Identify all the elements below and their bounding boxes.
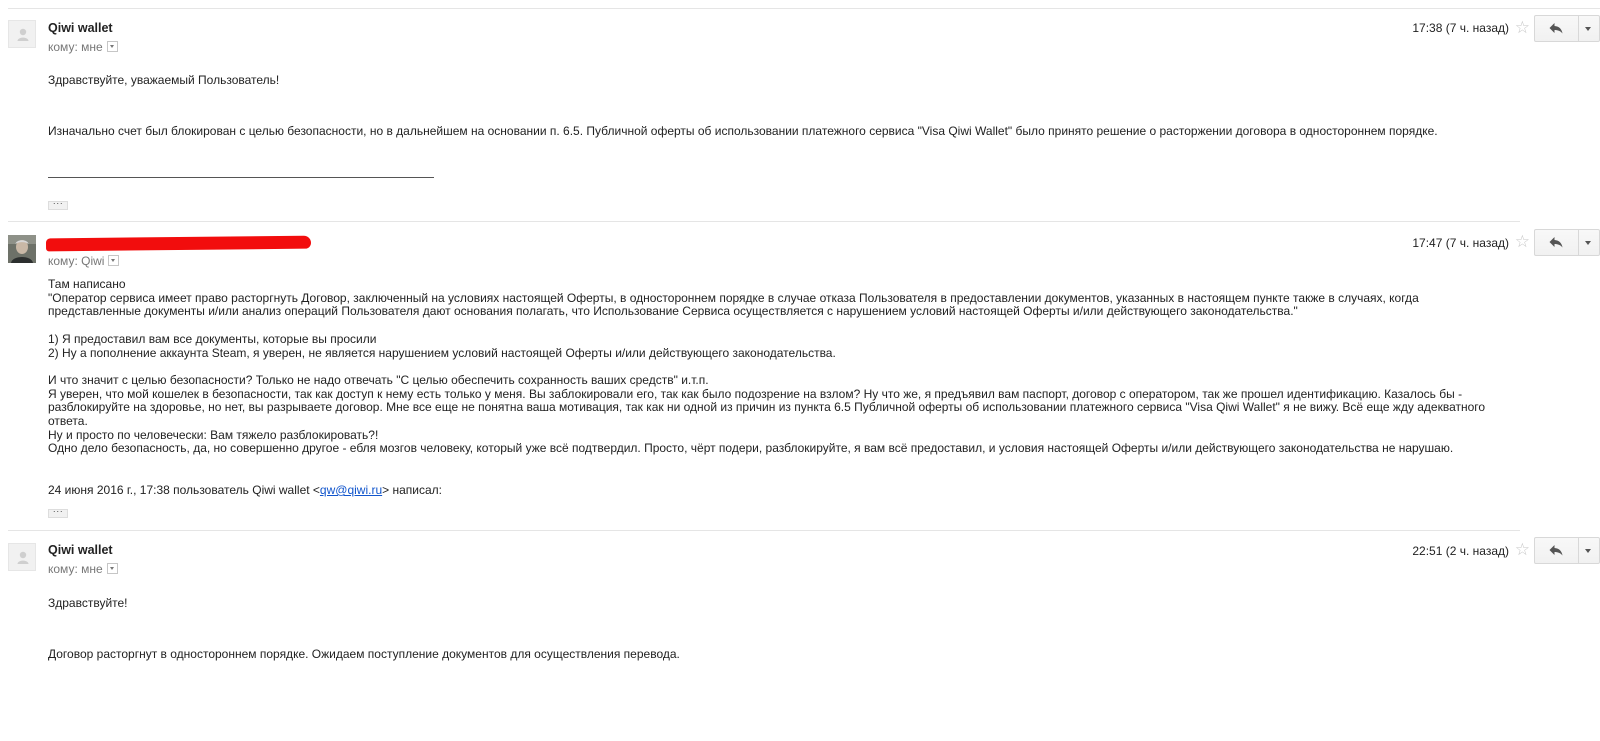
reply-button-group-2 [1534, 229, 1600, 256]
recipient-label: кому: мне [48, 40, 103, 54]
recipient-details-dropdown-icon[interactable] [108, 255, 120, 267]
body-line: 1) Я предоставил вам все документы, кото… [48, 331, 377, 346]
more-actions-button[interactable] [1578, 16, 1599, 41]
quote-suffix: > написал: [382, 483, 442, 497]
message-body-2: Там написано "Оператор сервиса имеет пра… [48, 277, 1498, 456]
reply-button[interactable] [1535, 538, 1579, 563]
reply-button[interactable] [1535, 230, 1579, 255]
star-icon[interactable]: ☆ [1515, 233, 1530, 250]
default-avatar-icon [17, 551, 29, 564]
body-line: Ну и просто по человечески: Вам тяжело р… [48, 427, 379, 442]
recipient-line-2: кому: Qiwi [48, 254, 120, 268]
show-trimmed-content-button[interactable]: ··· [48, 507, 68, 518]
reply-button-group-3 [1534, 537, 1600, 564]
recipient-line-1: кому: мне [48, 40, 118, 54]
body-line [48, 319, 1498, 333]
body-line: "Оператор сервиса имеет право расторгнут… [48, 290, 1419, 319]
message-greeting-1: Здравствуйте, уважаемый Пользователь! [48, 73, 280, 87]
sender-name-1[interactable]: Qiwi wallet [48, 21, 113, 35]
reply-button[interactable] [1535, 16, 1579, 41]
redacted-sender-name [45, 235, 312, 252]
reply-icon [1549, 545, 1563, 556]
show-trimmed-content-button[interactable]: ··· [48, 199, 68, 210]
body-line: Там написано [48, 277, 126, 291]
recipient-details-dropdown-icon[interactable] [106, 41, 118, 53]
body-line: И что значит с целью безопасности? Тольк… [48, 372, 709, 387]
default-avatar-icon [17, 28, 29, 41]
reply-icon [1549, 23, 1563, 34]
message-divider-2 [8, 221, 1520, 222]
recipient-line-3: кому: мне [48, 562, 118, 576]
message-time-1[interactable]: 17:38 (7 ч. назад) [1412, 21, 1509, 35]
body-line: 2) Ну а пополнение аккаунта Steam, я уве… [48, 345, 836, 360]
message-greeting-3: Здравствуйте! [48, 596, 128, 610]
body-line: Я уверен, что мой кошелек в безопасности… [48, 386, 1486, 428]
message-time-2[interactable]: 17:47 (7 ч. назад) [1412, 236, 1509, 250]
message-paragraph-1: Изначально счет был блокирован с целью б… [48, 124, 1438, 138]
body-line [48, 360, 1498, 374]
thread-top-divider [8, 8, 1600, 9]
recipient-label: кому: Qiwi [48, 254, 105, 268]
more-actions-button[interactable] [1578, 230, 1599, 255]
reply-button-group-1 [1534, 15, 1600, 42]
quote-attribution: 24 июня 2016 г., 17:38 пользователь Qiwi… [48, 483, 1498, 498]
sender-avatar-3[interactable] [8, 543, 36, 571]
body-line: Одно дело безопасность, да, но совершенн… [48, 441, 1454, 456]
quote-prefix: 24 июня 2016 г., 17:38 пользователь Qiwi… [48, 483, 320, 497]
sender-avatar-2[interactable] [8, 235, 36, 263]
sender-name-3[interactable]: Qiwi wallet [48, 543, 113, 557]
star-icon[interactable]: ☆ [1515, 19, 1530, 36]
reply-icon [1549, 237, 1563, 248]
recipient-details-dropdown-icon[interactable] [106, 563, 118, 575]
user-photo-avatar-icon [8, 235, 36, 263]
message-time-3[interactable]: 22:51 (2 ч. назад) [1412, 544, 1509, 558]
message-paragraph-3: Договор расторгнут в одностороннем поряд… [48, 647, 680, 661]
quote-email-link[interactable]: qw@qiwi.ru [320, 483, 382, 497]
recipient-label: кому: мне [48, 562, 103, 576]
star-icon[interactable]: ☆ [1515, 541, 1530, 558]
message-divider-3 [8, 530, 1520, 531]
sender-avatar-1[interactable] [8, 20, 36, 48]
signature-divider [48, 177, 434, 178]
more-actions-button[interactable] [1578, 538, 1599, 563]
